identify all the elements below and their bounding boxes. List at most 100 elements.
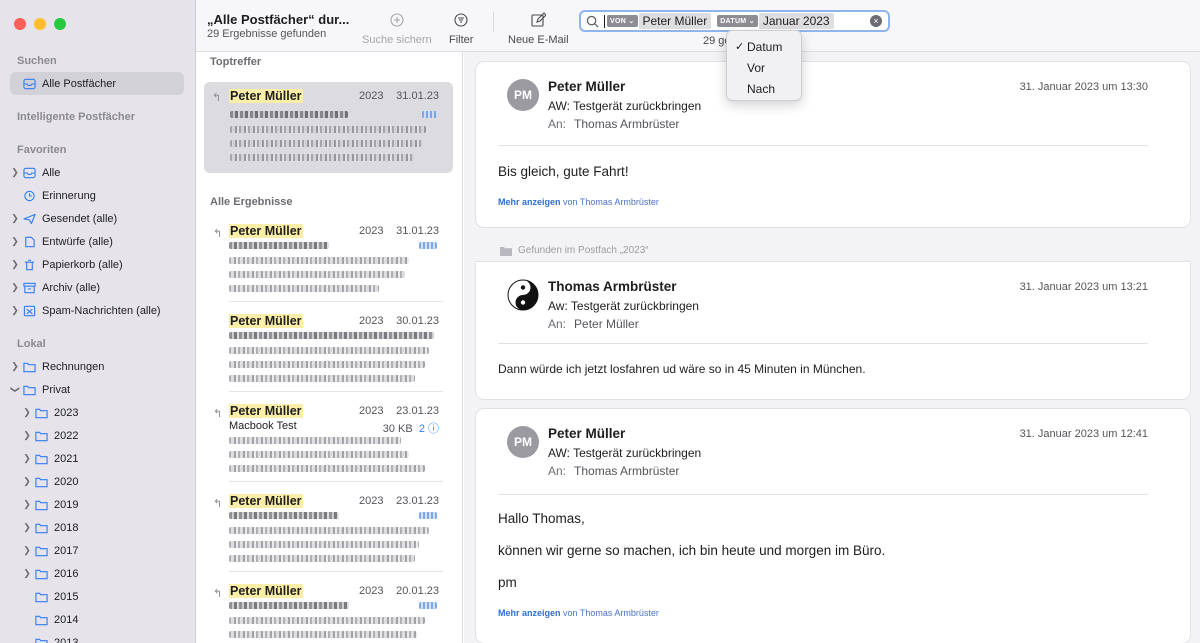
redacted-text: [229, 375, 415, 382]
chevron-right-icon[interactable]: ❯: [10, 361, 20, 372]
chevron-right-icon[interactable]: ❯: [10, 236, 20, 247]
sidebar-item-year[interactable]: ❯ 2022: [22, 424, 195, 447]
mailbox-title: „Alle Postfächer“ dur...: [207, 12, 350, 27]
inbox-icon: [22, 167, 36, 179]
search-icon: [586, 15, 599, 28]
sender-name[interactable]: Thomas Armbrüster: [548, 279, 677, 294]
chevron-right-icon[interactable]: ❯: [10, 167, 20, 178]
avatar: PM: [507, 79, 539, 111]
redacted-text: [230, 140, 422, 147]
sender-name[interactable]: Peter Müller: [548, 426, 625, 441]
sidebar-item-gesendet[interactable]: ❯ Gesendet (alle): [10, 207, 184, 230]
search-field[interactable]: VON ⌄ Peter Müller DATUM ⌄ Januar 2023 ×: [579, 10, 890, 32]
chevron-right-icon[interactable]: ❯: [22, 407, 32, 418]
avatar: PM: [507, 426, 539, 458]
redacted-text: [229, 242, 329, 249]
filter-button[interactable]: Filter: [449, 12, 473, 46]
list-item[interactable]: ↰ Peter Müller 2023 31.01.23: [204, 82, 453, 173]
redacted-text: [419, 512, 437, 519]
sidebar-item-year[interactable]: 2014: [22, 608, 195, 631]
email-subject: AW: Testgerät zurückbringen: [548, 99, 702, 113]
sidebar-item-alle-postfaecher[interactable]: Alle Postfächer: [10, 72, 184, 95]
chevron-right-icon[interactable]: ❯: [22, 568, 32, 579]
folder-icon: [34, 407, 48, 419]
recipient: An: Thomas Armbrüster: [548, 117, 680, 131]
save-search-button[interactable]: Suche sichern: [362, 12, 432, 46]
search-token-type-from[interactable]: VON ⌄: [607, 15, 638, 27]
clock-icon: [22, 190, 36, 202]
redacted-text: [422, 111, 438, 118]
search-token-value-date[interactable]: Januar 2023: [758, 13, 834, 29]
folder-icon: [34, 568, 48, 580]
redacted-text: [229, 271, 405, 278]
list-item[interactable]: ↰ Peter Müller 2023 23.01.23 Macbook Tes…: [213, 402, 439, 488]
chevron-right-icon[interactable]: ❯: [22, 499, 32, 510]
sidebar-item-year[interactable]: 2013: [22, 631, 195, 643]
menu-item-datum[interactable]: ✓ Datum: [727, 36, 801, 57]
toolbar-separator: [493, 12, 494, 32]
sidebar-item-year[interactable]: 2015: [22, 585, 195, 608]
menu-item-nach[interactable]: Nach: [727, 78, 801, 99]
redacted-text: [230, 154, 414, 161]
search-token-value-from[interactable]: Peter Müller: [638, 13, 712, 29]
sidebar-item-privat[interactable]: ❯ Privat: [10, 378, 184, 401]
close-window-button[interactable]: [14, 18, 26, 30]
sidebar-item-entwuerfe[interactable]: ❯ Entwürfe (alle): [10, 230, 184, 253]
sidebar-item-year[interactable]: ❯ 2021: [22, 447, 195, 470]
chevron-right-icon[interactable]: ❯: [10, 305, 20, 316]
new-mail-button[interactable]: Neue E-Mail: [508, 12, 569, 46]
trash-icon: [22, 259, 36, 271]
sidebar-item-year[interactable]: ❯ 2019: [22, 493, 195, 516]
redacted-text: [419, 602, 437, 609]
sidebar-item-year[interactable]: ❯ 2020: [22, 470, 195, 493]
sidebar-item-year[interactable]: ❯ 2018: [22, 516, 195, 539]
sidebar-item-rechnungen[interactable]: ❯ Rechnungen: [10, 355, 184, 378]
sidebar-item-year[interactable]: ❯ 2016: [22, 562, 195, 585]
list-item[interactable]: ↰ Peter Müller 2023 31.01.23: [213, 222, 439, 308]
reply-arrow-icon: ↰: [213, 588, 223, 600]
plus-circle-icon: [390, 13, 404, 27]
sidebar-item-erinnerung[interactable]: Erinnerung: [10, 184, 184, 207]
redacted-text: [229, 285, 379, 292]
clear-search-icon[interactable]: ×: [870, 15, 882, 27]
show-more-link[interactable]: Mehr anzeigen von Thomas Armbrüster: [498, 197, 659, 207]
sender-name[interactable]: Peter Müller: [548, 79, 625, 94]
sidebar: Suchen Alle Postfächer Intelligente Post…: [0, 0, 196, 643]
email-body-line: pm: [498, 575, 517, 590]
email-body-line: Bis gleich, gute Fahrt!: [498, 164, 629, 179]
result-count: 29 Ergebnisse gefunden: [207, 28, 327, 40]
header-divider: [498, 494, 1148, 495]
chevron-right-icon[interactable]: ❯: [22, 522, 32, 533]
list-item[interactable]: Peter Müller 2023 30.01.23: [229, 312, 439, 398]
sidebar-item-year[interactable]: ❯ 2017: [22, 539, 195, 562]
list-item[interactable]: ↰ Peter Müller 2023 23.01.23: [213, 492, 439, 578]
archive-box-icon: [22, 282, 36, 294]
search-token-type-date[interactable]: DATUM ⌄: [717, 15, 758, 27]
folder-icon: [34, 637, 48, 643]
chevron-right-icon[interactable]: ❯: [10, 259, 20, 270]
email-body-line: Hallo Thomas,: [498, 511, 585, 526]
chevron-right-icon[interactable]: ❯: [22, 476, 32, 487]
chevron-right-icon[interactable]: ❯: [10, 213, 20, 224]
attachment-chevron-icon[interactable]: ⓘ: [428, 423, 439, 435]
sidebar-item-alle[interactable]: ❯ Alle: [10, 161, 184, 184]
chevron-right-icon[interactable]: ❯: [22, 545, 32, 556]
chevron-right-icon[interactable]: ❯: [22, 453, 32, 464]
list-divider: [229, 481, 443, 482]
redacted-text: [229, 451, 409, 458]
sidebar-item-spam[interactable]: ❯ Spam-Nachrichten (alle): [10, 299, 184, 322]
show-more-link[interactable]: Mehr anzeigen von Thomas Armbrüster: [498, 608, 659, 618]
section-top-hits: Toptreffer: [210, 56, 262, 68]
chevron-right-icon[interactable]: ❯: [10, 282, 20, 293]
minimize-window-button[interactable]: [34, 18, 46, 30]
chevron-down-icon[interactable]: ❯: [10, 385, 21, 395]
yin-yang-icon: [507, 279, 539, 311]
sidebar-item-year[interactable]: ❯ 2023: [22, 401, 195, 424]
sidebar-item-papierkorb[interactable]: ❯ Papierkorb (alle): [10, 253, 184, 276]
date-operator-menu: ✓ Datum Vor Nach: [726, 30, 802, 101]
sidebar-item-archiv[interactable]: ❯ Archiv (alle): [10, 276, 184, 299]
chevron-right-icon[interactable]: ❯: [22, 430, 32, 441]
list-item[interactable]: ↰ Peter Müller 2023 20.01.23: [213, 582, 439, 643]
zoom-window-button[interactable]: [54, 18, 66, 30]
menu-item-vor[interactable]: Vor: [727, 57, 801, 78]
